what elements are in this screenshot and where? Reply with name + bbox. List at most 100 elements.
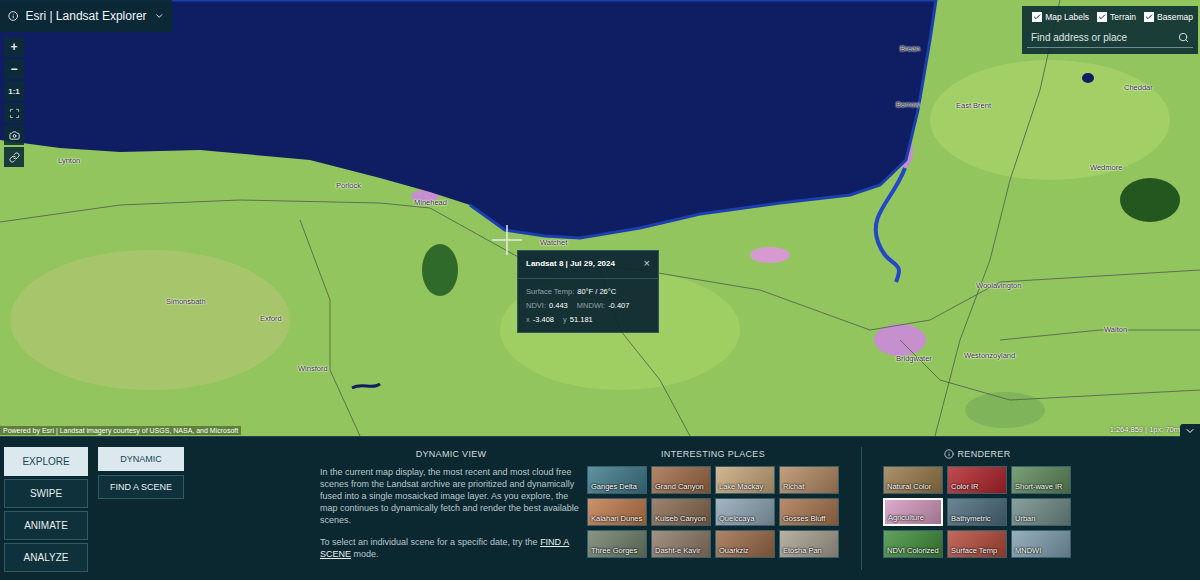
renderer-tile[interactable]: Agriculture xyxy=(883,498,943,526)
chevron-down-icon[interactable] xyxy=(154,9,164,23)
zoom-button[interactable]: 1:1 xyxy=(4,81,24,101)
search-field[interactable]: Find address or place xyxy=(1027,28,1193,48)
mode-button[interactable]: SWIPE xyxy=(4,479,88,508)
place-tile[interactable]: Quelccaya xyxy=(715,498,775,526)
zoom-button[interactable]: − xyxy=(4,59,24,79)
tile-label: Richat xyxy=(783,482,804,491)
mode-button[interactable]: ANALYZE xyxy=(4,543,88,572)
close-button[interactable]: × xyxy=(644,258,650,269)
map-place-label: Wedmore xyxy=(1090,163,1122,172)
popup-body: Surface Temp:80°F / 26°CNDVI:0.443MNDWI:… xyxy=(518,279,658,332)
popup-value: -0.407 xyxy=(608,301,629,310)
collapse-panel-button[interactable] xyxy=(1180,424,1200,438)
renderer-tile[interactable]: Bathymetric xyxy=(947,498,1007,526)
renderer-tile[interactable]: Short-wave IR xyxy=(1011,466,1071,494)
control-panel: EXPLORE SWIPE ANIMATE ANALYZE DYNAMIC FIND A … xyxy=(0,436,1200,580)
place-tile[interactable]: Grand Canyon xyxy=(651,466,711,494)
layer-checkbox[interactable] xyxy=(1144,12,1154,22)
info-icon[interactable] xyxy=(944,449,954,459)
map-place-label: Berrow xyxy=(896,100,920,109)
tile-label: Three Gorges xyxy=(591,546,637,555)
tile-label: Grand Canyon xyxy=(655,482,704,491)
map-place-label: Simonsbath xyxy=(166,297,206,306)
identify-popup: Landsat 8 | Jul 29, 2024×Surface Temp:80… xyxy=(517,250,659,333)
chevron-down-icon xyxy=(1184,425,1196,437)
place-tile[interactable]: Ganges Delta xyxy=(587,466,647,494)
popup-header: Landsat 8 | Jul 29, 2024× xyxy=(518,251,658,279)
places-grid: Ganges Delta Grand Canyon Lake Mackay Richa… xyxy=(587,466,839,558)
find-scene-link[interactable]: FIND A SCENE xyxy=(320,537,569,559)
map-scale: 1:264,859 | 1px: 70m xyxy=(1110,425,1180,434)
layer-checkbox[interactable] xyxy=(1032,12,1042,22)
description-section: DYNAMIC VIEWIn the current map display, … xyxy=(320,447,582,570)
place-tile[interactable]: Kuiseb Canyon xyxy=(651,498,711,526)
popup-label: NDVI: xyxy=(526,301,546,310)
map-tool-button[interactable] xyxy=(4,147,24,167)
tile-label: Surface Temp xyxy=(951,546,997,555)
map-place-label: Minehead xyxy=(414,198,447,207)
layer-toggle[interactable]: Map Labels xyxy=(1032,12,1089,22)
layer-checkbox[interactable] xyxy=(1097,12,1107,22)
fullscreen-icon xyxy=(9,108,20,119)
map-tool-button[interactable] xyxy=(4,103,24,123)
place-tile[interactable]: Etosha Pan xyxy=(779,530,839,558)
map-place-label: Westonzoyland xyxy=(964,351,1015,360)
renderer-tile[interactable]: Surface Temp xyxy=(947,530,1007,558)
divider xyxy=(861,447,862,570)
check-icon xyxy=(1145,13,1153,21)
layer-panel: Map Labels Terrain Basemap Find address or … xyxy=(1022,6,1198,54)
place-tile[interactable]: Ouarkziz xyxy=(715,530,775,558)
section-title: INTERESTING PLACES xyxy=(587,447,839,461)
layer-label: Map Labels xyxy=(1045,12,1089,22)
submode-button[interactable]: FIND A SCENE xyxy=(98,475,184,499)
place-tile[interactable]: Three Gorges xyxy=(587,530,647,558)
map-view[interactable]: LyntonPorlockMineheadWatchetExfordSimons… xyxy=(0,0,1200,436)
description-hint: To select an individual scene for a spec… xyxy=(320,536,582,560)
map-place-label: Walton xyxy=(1104,325,1127,334)
attribution: Powered by Esri | Landsat imagery courte… xyxy=(0,426,241,435)
tile-label: Short-wave IR xyxy=(1015,482,1063,491)
tile-label: MNDWI xyxy=(1015,546,1041,555)
info-icon[interactable] xyxy=(8,9,18,23)
map-place-label: Porlock xyxy=(336,181,361,190)
submode-button[interactable]: DYNAMIC xyxy=(98,447,184,471)
renderer-tile[interactable]: Urban xyxy=(1011,498,1071,526)
app-header[interactable]: Esri | Landsat Explorer xyxy=(0,0,172,32)
link-icon xyxy=(9,152,20,163)
popup-value: 0.443 xyxy=(549,301,568,310)
renderer-tile[interactable]: Natural Color xyxy=(883,466,943,494)
layer-toggle[interactable]: Terrain xyxy=(1097,12,1136,22)
layer-toggles: Map Labels Terrain Basemap xyxy=(1027,12,1193,22)
place-tile[interactable]: Lake Mackay xyxy=(715,466,775,494)
place-tile[interactable]: Richat xyxy=(779,466,839,494)
camera-icon xyxy=(9,130,20,141)
tile-label: Ganges Delta xyxy=(591,482,637,491)
tile-label: Bathymetric xyxy=(951,514,991,523)
map-place-label: Woolavington xyxy=(976,281,1021,290)
map-place-label: Cheddar xyxy=(1124,83,1153,92)
popup-value: -3.408 xyxy=(533,315,554,324)
map-tool-button[interactable] xyxy=(4,125,24,145)
zoom-button[interactable]: + xyxy=(4,37,24,57)
map-place-label: Lynton xyxy=(58,156,80,165)
renderer-tile[interactable]: NDVI Colorized xyxy=(883,530,943,558)
tile-label: Agriculture xyxy=(888,513,924,522)
renderer-tile[interactable]: MNDWI xyxy=(1011,530,1071,558)
tile-label: Gosses Bluff xyxy=(783,514,825,523)
place-tile[interactable]: Kalahari Dunes xyxy=(587,498,647,526)
search-icon[interactable] xyxy=(1178,32,1189,43)
renderer-tile[interactable]: Color IR xyxy=(947,466,1007,494)
map-place-label: Bridgwater xyxy=(896,354,932,363)
search-placeholder: Find address or place xyxy=(1031,32,1127,43)
interesting-places: INTERESTING PLACES Ganges Delta Grand Cany… xyxy=(587,447,839,558)
tile-label: Quelccaya xyxy=(719,514,754,523)
mode-button[interactable]: EXPLORE xyxy=(4,447,88,476)
tile-label: Urban xyxy=(1015,514,1035,523)
mode-button[interactable]: ANIMATE xyxy=(4,511,88,540)
place-tile[interactable]: Dasht-e Kavir xyxy=(651,530,711,558)
place-tile[interactable]: Gosses Bluff xyxy=(779,498,839,526)
tile-label: Etosha Pan xyxy=(783,546,822,555)
satellite-map[interactable] xyxy=(0,0,1200,436)
layer-toggle[interactable]: Basemap xyxy=(1144,12,1193,22)
popup-row: x-3.408y51.181 xyxy=(526,315,650,324)
